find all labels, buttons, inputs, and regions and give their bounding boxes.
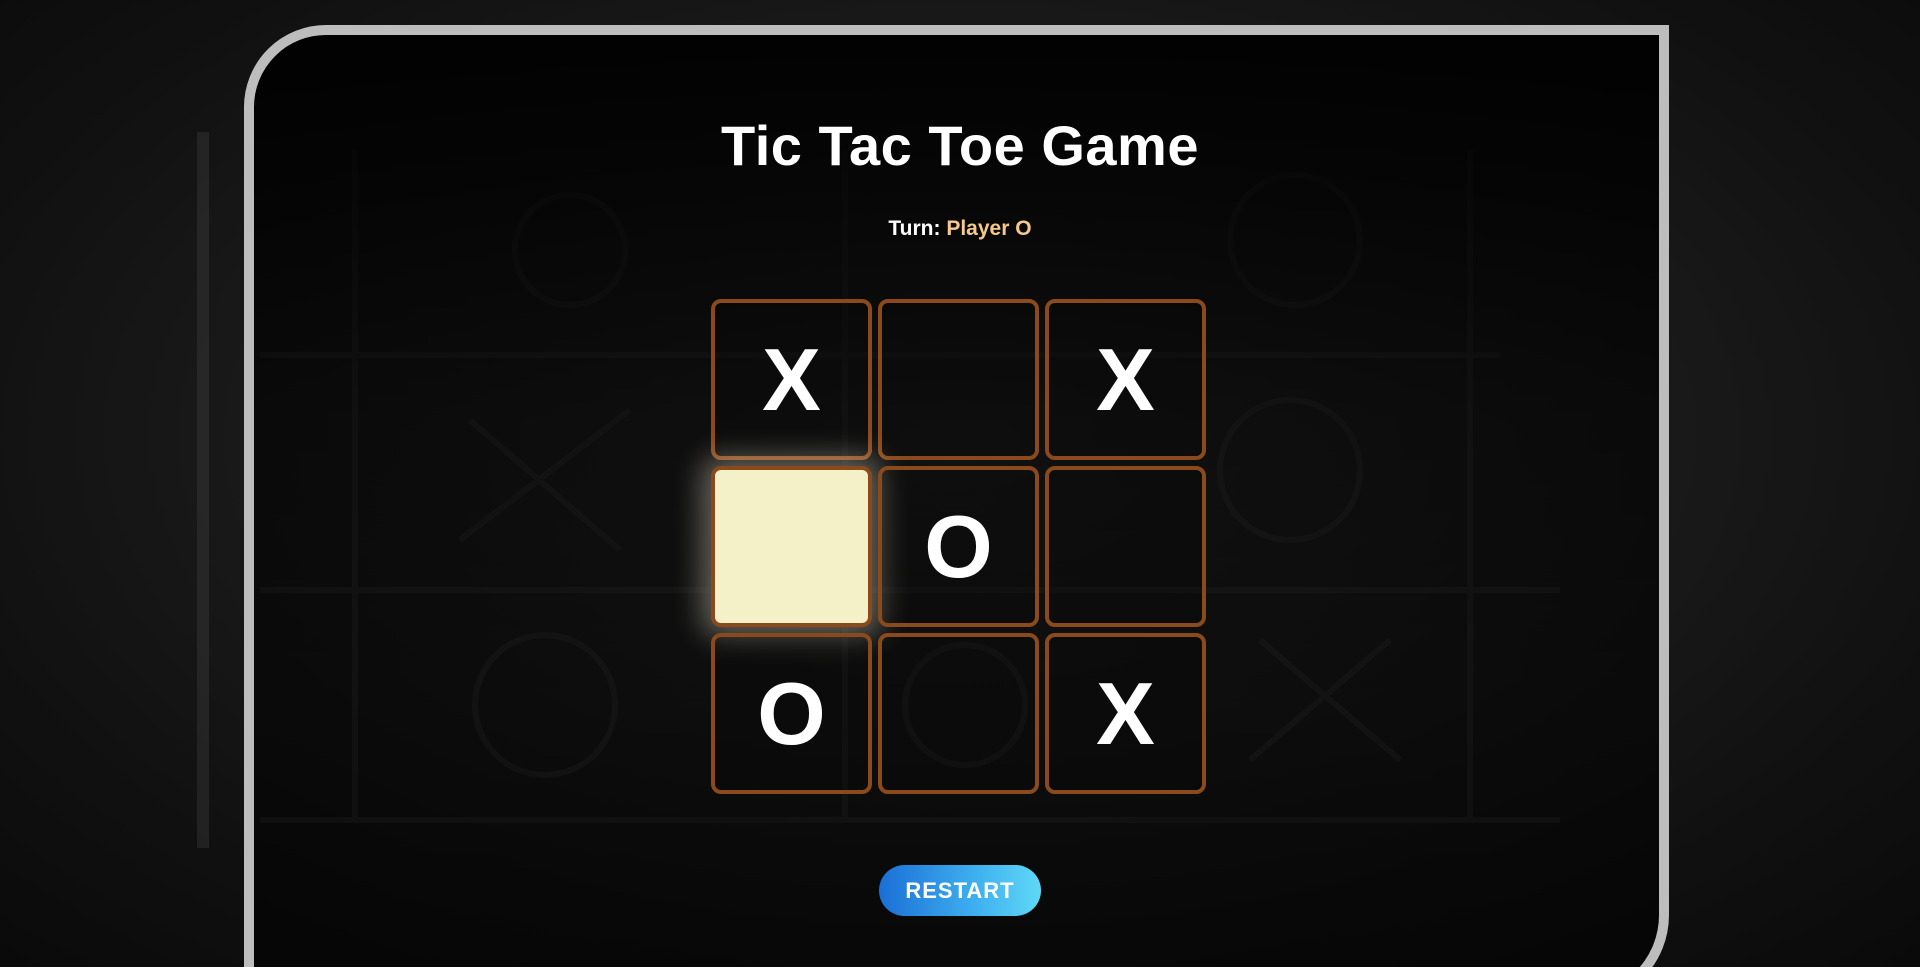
board-cell[interactable] <box>878 299 1039 460</box>
board-cell[interactable]: X <box>711 299 872 460</box>
board-cell[interactable] <box>1045 466 1206 627</box>
board-cell[interactable]: O <box>878 466 1039 627</box>
board-cell[interactable]: O <box>711 633 872 794</box>
current-player: Player O <box>946 217 1032 240</box>
board-cell[interactable] <box>711 466 872 627</box>
page-title: Tic Tac Toe Game <box>721 114 1199 177</box>
board-cell[interactable]: X <box>1045 299 1206 460</box>
restart-button[interactable]: RESTART <box>879 865 1041 916</box>
board-cell[interactable] <box>878 633 1039 794</box>
game-board: X X O O X <box>711 299 1210 798</box>
turn-indicator: Turn: Player O <box>0 217 1920 241</box>
turn-label: Turn: <box>888 217 941 240</box>
board-cell[interactable]: X <box>1045 633 1206 794</box>
